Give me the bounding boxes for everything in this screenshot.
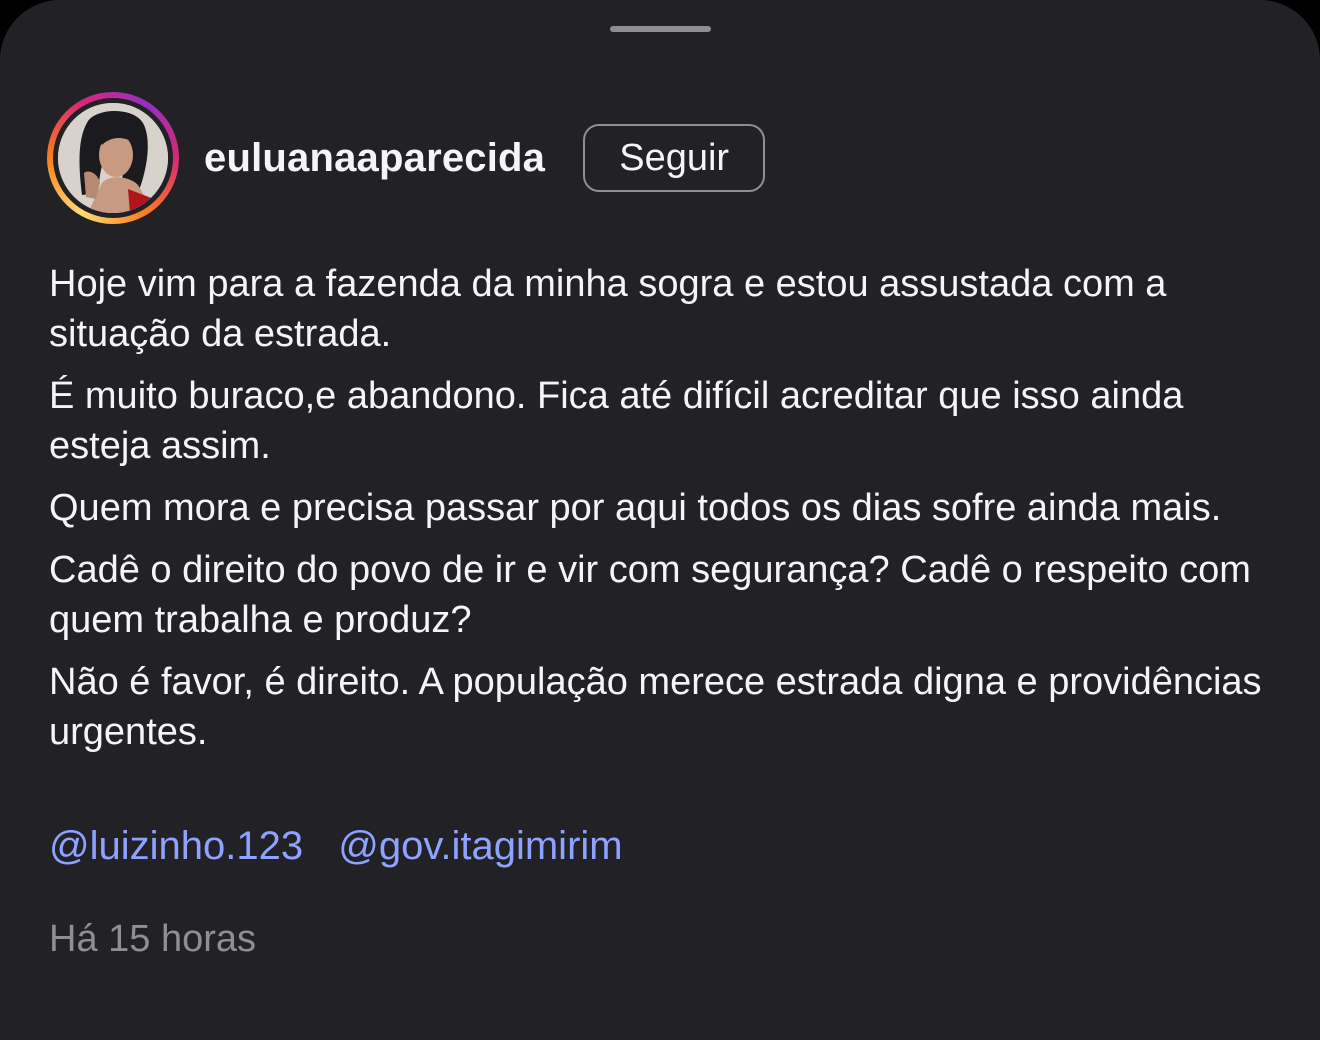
caption-paragraph: Não é favor, é direito. A população mere… — [49, 661, 1262, 753]
mention-link-luizinho[interactable]: @luizinho.123 — [49, 824, 303, 868]
post-timestamp: Há 15 horas — [49, 918, 257, 960]
sheet-grabber-handle[interactable] — [610, 26, 711, 32]
mention-link-gov-itagimirim[interactable]: @gov.itagimirim — [338, 824, 622, 868]
post-sheet: euluanaaparecida Seguir Hoje vim para a … — [0, 0, 1320, 1040]
avatar[interactable] — [58, 103, 168, 213]
mentions-row: @luizinho.123 @gov.itagimirim — [49, 821, 623, 871]
username[interactable]: euluanaaparecida — [204, 136, 545, 181]
caption-paragraph: Hoje vim para a fazenda da minha sogra e… — [49, 263, 1167, 355]
post-caption: Hoje vim para a fazenda da minha sogra e… — [49, 259, 1289, 769]
caption-paragraph: Cadê o direito do povo de ir e vir com s… — [49, 549, 1251, 641]
caption-paragraph: É muito buraco,e abandono. Fica até difí… — [49, 375, 1184, 467]
follow-button[interactable]: Seguir — [583, 124, 766, 192]
caption-paragraph: Quem mora e precisa passar por aqui todo… — [49, 487, 1222, 529]
story-ring[interactable] — [47, 92, 179, 224]
post-header: euluanaaparecida Seguir — [47, 92, 766, 224]
profile-photo-icon — [58, 103, 168, 213]
